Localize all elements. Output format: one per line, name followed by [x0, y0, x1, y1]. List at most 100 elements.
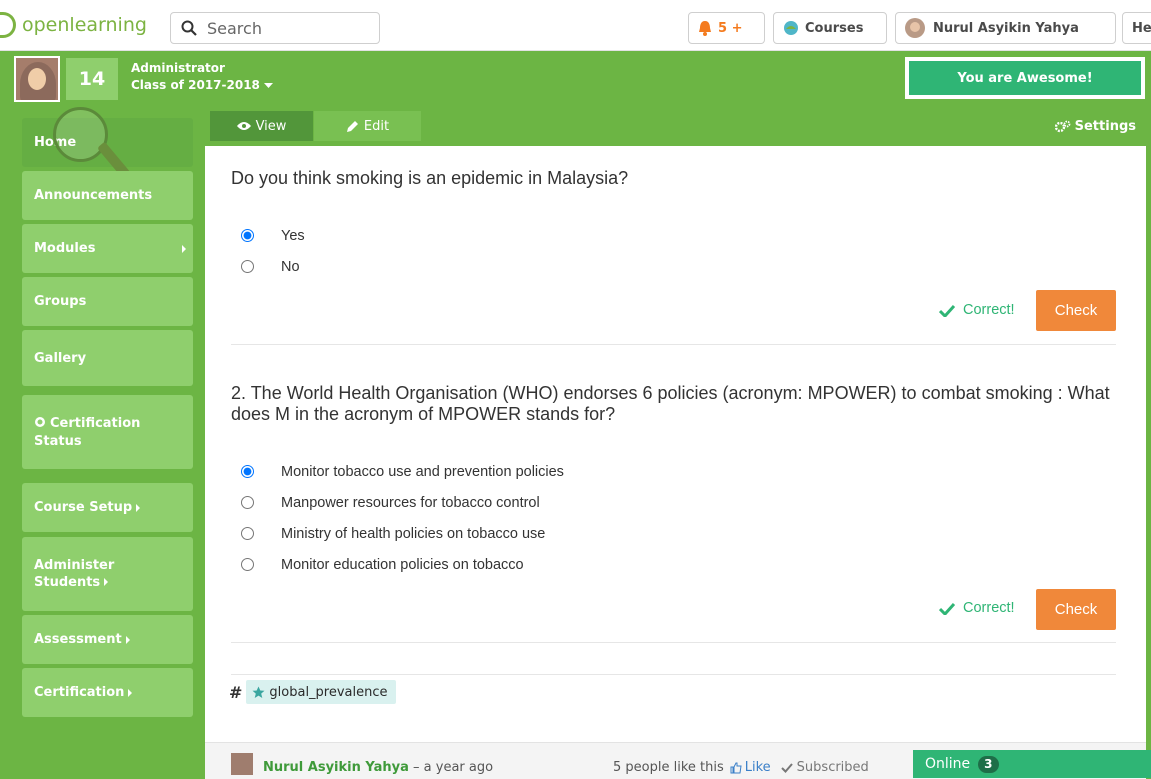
- answer-option[interactable]: Monitor tobacco use and prevention polic…: [241, 456, 564, 487]
- awesome-badge: You are Awesome!: [905, 57, 1145, 99]
- awesome-badge-text: You are Awesome!: [909, 61, 1141, 95]
- badge-icon: [34, 416, 46, 433]
- search-box[interactable]: [170, 12, 380, 44]
- check-button[interactable]: Check: [1036, 290, 1116, 331]
- tab-edit-label: Edit: [363, 118, 390, 134]
- certification-status-wrap: Certification Status: [34, 415, 164, 450]
- question-2-feedback: Correct!: [939, 600, 1015, 616]
- tab-view[interactable]: View: [210, 111, 313, 141]
- like-label: Like: [744, 760, 771, 775]
- sidebar-item-label: Certification Status: [34, 415, 141, 449]
- gears-icon: [1054, 120, 1071, 133]
- sidebar-item-groups[interactable]: Groups: [22, 277, 193, 326]
- sidebar-item-modules[interactable]: Modules: [22, 224, 193, 273]
- answer-radio[interactable]: [241, 558, 254, 571]
- bell-icon: [698, 20, 712, 36]
- online-chat-bar[interactable]: Online 3: [913, 750, 1151, 778]
- answer-radio[interactable]: [241, 229, 254, 242]
- sidebar-item-label: Certification: [34, 685, 125, 700]
- tag-row: # global_prevalence: [229, 680, 396, 704]
- answer-label: Ministry of health policies on tobacco u…: [281, 525, 546, 542]
- sidebar-item-course-setup[interactable]: Course Setup: [22, 483, 193, 532]
- subscribed-button[interactable]: Subscribed: [780, 760, 869, 775]
- divider: [231, 344, 1116, 345]
- like-button[interactable]: Like: [730, 760, 771, 775]
- magnifier-cursor-icon: [53, 107, 108, 162]
- sidebar-item-gallery[interactable]: Gallery: [22, 330, 193, 386]
- question-2-title: 2. The World Health Organisation (WHO) e…: [231, 383, 1110, 424]
- notifications-count: 5 +: [718, 20, 743, 36]
- check-button[interactable]: Check: [1036, 589, 1116, 630]
- search-input[interactable]: [205, 17, 369, 39]
- post-time: – a year ago: [413, 760, 494, 775]
- likes-line: 5 people like this Like Subscribed: [613, 760, 869, 775]
- divider: [231, 642, 1116, 643]
- user-menu-button[interactable]: Nurul Asyikin Yahya: [895, 12, 1116, 44]
- courses-label: Courses: [805, 20, 864, 36]
- sidebar-item-label: Groups: [34, 294, 87, 309]
- help-label: He: [1132, 20, 1151, 36]
- sidebar-item-assessment[interactable]: Assessment: [22, 615, 193, 664]
- chevron-right-icon: [136, 503, 141, 512]
- author-name[interactable]: Nurul Asyikin Yahya: [263, 760, 409, 775]
- answer-option[interactable]: Ministry of health policies on tobacco u…: [241, 518, 564, 549]
- level-badge: 14: [66, 58, 118, 100]
- subscribed-label: Subscribed: [796, 760, 869, 775]
- search-icon: [181, 20, 197, 36]
- answer-label: No: [281, 258, 300, 275]
- sidebar-item-announcements[interactable]: Announcements: [22, 171, 193, 220]
- checkmark-icon: [939, 602, 955, 615]
- chevron-right-icon: [128, 688, 133, 697]
- sidebar-item-label: Announcements: [34, 188, 153, 203]
- author-avatar[interactable]: [231, 753, 253, 775]
- class-selector[interactable]: Class of 2017-2018: [131, 77, 274, 94]
- answer-option[interactable]: Manpower resources for tobacco control: [241, 487, 564, 518]
- user-avatar: [905, 18, 925, 38]
- answer-option[interactable]: No: [241, 251, 305, 282]
- answer-radio[interactable]: [241, 527, 254, 540]
- sidebar-item-administer-students[interactable]: Administer Students: [22, 537, 193, 611]
- tab-edit[interactable]: Edit: [314, 111, 421, 141]
- likes-count: 5 people like this: [613, 760, 724, 775]
- chevron-right-icon: [104, 578, 109, 586]
- pencil-icon: [346, 120, 359, 133]
- tab-view-label: View: [255, 118, 287, 134]
- tag-label: global_prevalence: [269, 684, 388, 700]
- top-navbar: openlearning 5 + Courses Nurul Asyikin Y…: [0, 0, 1151, 51]
- content-tabbar: View Edit Settings: [205, 111, 1146, 146]
- sidebar-item-label: Administer Students: [34, 558, 115, 590]
- answer-radio[interactable]: [241, 260, 254, 273]
- feedback-text: Correct!: [963, 302, 1015, 318]
- answer-radio[interactable]: [241, 496, 254, 509]
- sidebar-item-certification-status[interactable]: Certification Status: [22, 395, 193, 469]
- eye-icon: [236, 121, 251, 131]
- sidebar-item-label: Modules: [34, 241, 96, 256]
- help-button[interactable]: He: [1122, 12, 1151, 44]
- checkmark-icon: [780, 762, 793, 773]
- sidebar-item-label: Course Setup: [34, 500, 133, 515]
- chevron-down-icon: [264, 78, 274, 92]
- hashtag-icon: #: [229, 682, 243, 702]
- divider: [231, 674, 1116, 675]
- administer-students-wrap: Administer Students: [34, 557, 144, 591]
- question-1-title: Do you think smoking is an epidemic in M…: [231, 168, 629, 188]
- settings-button[interactable]: Settings: [1054, 119, 1136, 134]
- answer-option[interactable]: Monitor education policies on tobacco: [241, 549, 564, 580]
- answer-radio[interactable]: [241, 465, 254, 478]
- sidebar-item-label: Assessment: [34, 632, 122, 647]
- answer-option[interactable]: Yes: [241, 220, 305, 251]
- answer-label: Manpower resources for tobacco control: [281, 494, 540, 511]
- courses-button[interactable]: Courses: [773, 12, 887, 44]
- thumbs-up-icon: [730, 762, 742, 774]
- avatar-face: [28, 68, 46, 90]
- tag-global-prevalence[interactable]: global_prevalence: [246, 680, 396, 704]
- chevron-right-icon: [125, 635, 130, 644]
- profile-avatar[interactable]: [14, 56, 60, 102]
- sidebar-item-certification[interactable]: Certification: [22, 668, 193, 717]
- role-block: Administrator Class of 2017-2018: [131, 60, 274, 94]
- author-line: Nurul Asyikin Yahya – a year ago: [263, 760, 493, 775]
- question-2-options: Monitor tobacco use and prevention polic…: [241, 456, 564, 580]
- logo-mark-icon: [0, 12, 16, 38]
- openlearning-logo[interactable]: openlearning: [0, 11, 147, 39]
- notifications-button[interactable]: 5 +: [688, 12, 765, 44]
